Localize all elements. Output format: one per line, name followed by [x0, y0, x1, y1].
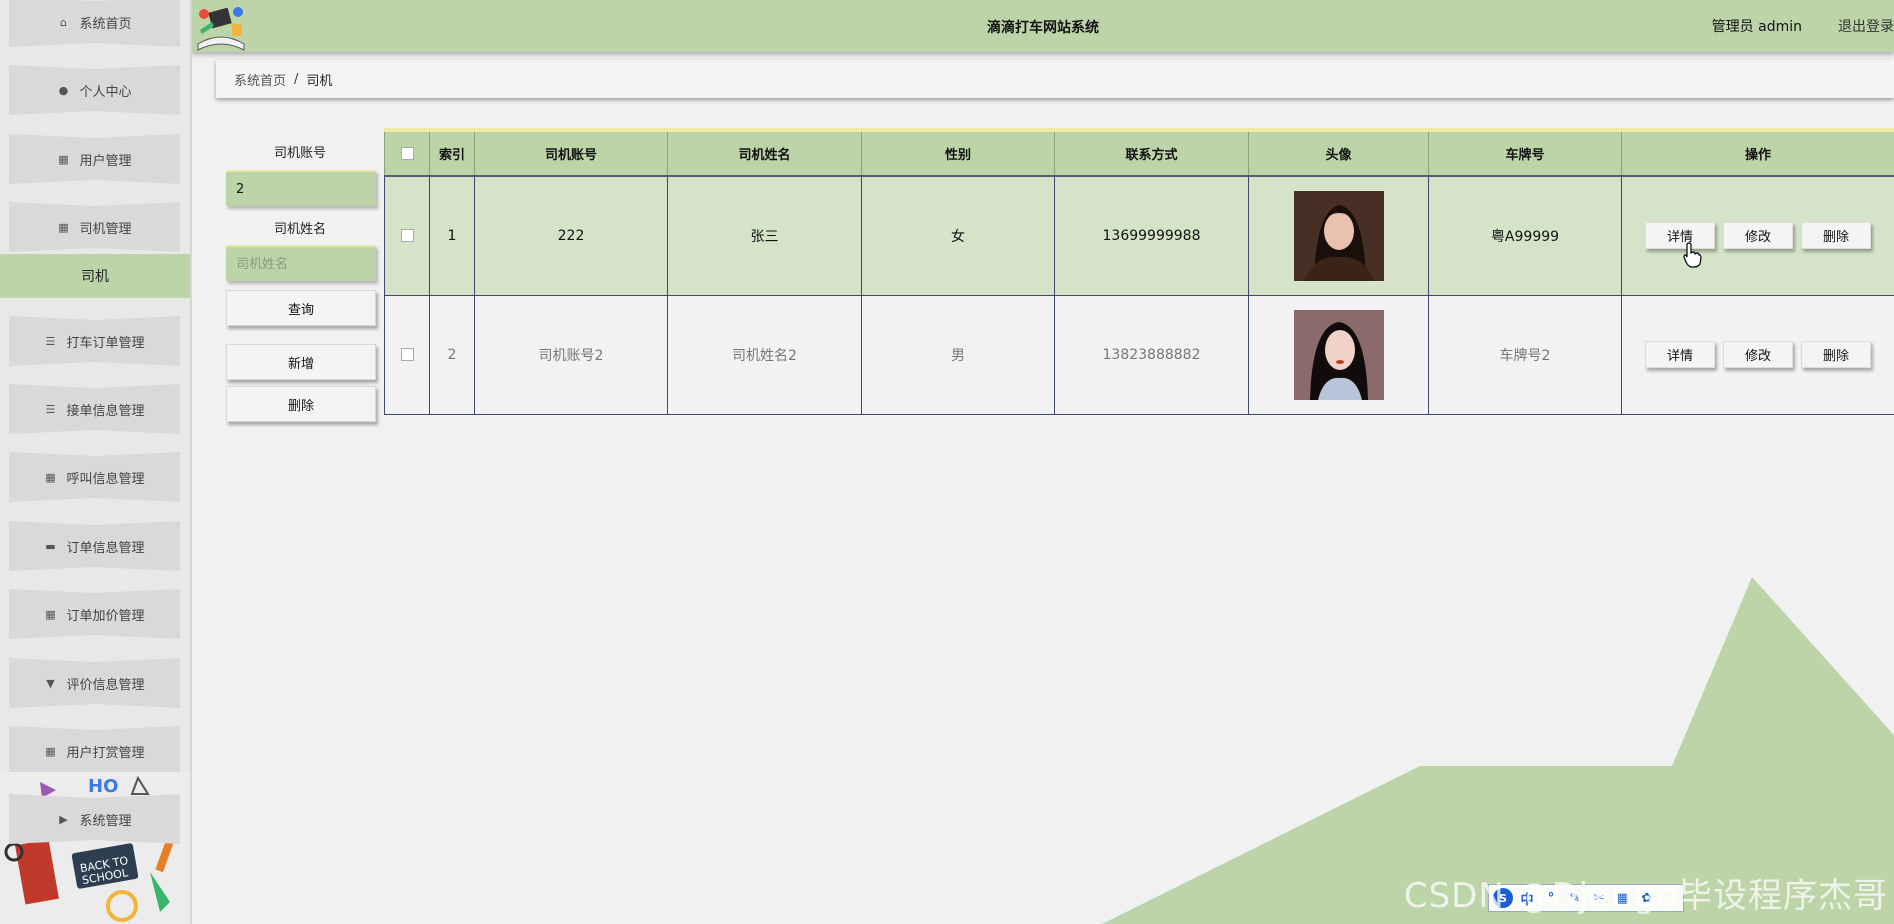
- column-header: 司机姓名: [667, 129, 862, 177]
- column-header: 联系方式: [1054, 129, 1249, 177]
- sidebar-item-label: 订单加价管理: [66, 608, 145, 624]
- delete-button[interactable]: 删除: [1801, 341, 1871, 368]
- batch-delete-button[interactable]: 删除: [226, 386, 376, 422]
- avatar[interactable]: [1293, 309, 1384, 400]
- edit-button[interactable]: 修改: [1723, 341, 1793, 368]
- cell-account: 司机账号2: [474, 294, 668, 415]
- sidebar-subitem-driver[interactable]: 司机: [0, 254, 190, 298]
- edit-button[interactable]: 修改: [1723, 222, 1793, 250]
- list-icon: ☰: [45, 402, 56, 416]
- cell-phone: 13699999988: [1054, 175, 1249, 296]
- site-title: 滴滴打车网站系统: [987, 20, 1099, 36]
- sidebar-item-accept-info[interactable]: ☰ 接单信息管理: [9, 384, 180, 434]
- column-header: 车牌号: [1428, 129, 1622, 177]
- cell-avatar: [1248, 175, 1429, 296]
- sidebar-item-drivers[interactable]: ▦ 司机管理: [9, 202, 180, 252]
- video-icon: ▶: [59, 812, 68, 826]
- sidebar-item-tips[interactable]: ▦ 用户打赏管理: [9, 726, 180, 776]
- watermark: CSDN @Django毕设程序杰哥: [1403, 876, 1888, 916]
- column-header: 索引: [429, 129, 475, 177]
- table-row[interactable]: 2 司机账号2 司机姓名2 男 13823888882 车牌号2 详情 修改 删…: [384, 294, 1894, 415]
- delete-button[interactable]: 删除: [1801, 222, 1871, 250]
- school-logo-icon: [192, 0, 250, 52]
- breadcrumb-separator: /: [294, 71, 299, 87]
- cell-account: 222: [474, 175, 668, 296]
- sidebar-item-label: 用户打赏管理: [66, 745, 145, 761]
- sidebar-item-label: 司机管理: [79, 221, 132, 237]
- svg-text:HO: HO: [88, 776, 118, 797]
- grid-icon: ▦: [58, 152, 69, 166]
- top-header: 滴滴打车网站系统 管理员 admin 退出登录: [192, 0, 1894, 52]
- column-header: 操作: [1621, 129, 1894, 177]
- sidebar-item-label: 评价信息管理: [66, 677, 145, 693]
- sidebar-item-home[interactable]: ⌂ 系统首页: [9, 0, 180, 47]
- cell-avatar: [1248, 294, 1429, 415]
- sidebar-item-reviews[interactable]: ▼ 评价信息管理: [9, 658, 180, 708]
- grid-icon: ▦: [45, 607, 56, 621]
- sidebar: ⌂ 系统首页 ● 个人中心 ▦ 用户管理 ▦ 司机管理 司机 ☰ 打车订单管理 …: [0, 0, 192, 924]
- avatar[interactable]: [1293, 190, 1384, 281]
- list-icon: ☰: [45, 334, 56, 348]
- grid-icon: ▦: [45, 744, 56, 758]
- driver-account-input[interactable]: [226, 170, 376, 206]
- home-icon: ⌂: [59, 15, 67, 29]
- cell-plate: 粤A99999: [1428, 175, 1622, 296]
- driver-table: 索引 司机账号 司机姓名 性别 联系方式 头像 车牌号 操作 1 222 张三 …: [384, 128, 1894, 415]
- breadcrumb-current: 司机: [306, 73, 333, 89]
- cell-phone: 13823888882: [1054, 294, 1249, 415]
- cell-plate: 车牌号2: [1428, 294, 1622, 415]
- table-header-row: 索引 司机账号 司机姓名 性别 联系方式 头像 车牌号 操作: [384, 129, 1894, 177]
- detail-button[interactable]: 详情: [1645, 222, 1715, 250]
- admin-username: 管理员 admin: [1711, 19, 1802, 35]
- cell-gender: 女: [861, 175, 1055, 296]
- sidebar-item-label: 接单信息管理: [66, 403, 145, 419]
- cell-name: 张三: [667, 175, 862, 296]
- printer-icon: ▬: [45, 539, 56, 553]
- driver-name-input[interactable]: [226, 245, 376, 281]
- user-icon: ●: [58, 83, 69, 97]
- breadcrumb: 系统首页 / 司机: [216, 60, 1894, 98]
- table-row[interactable]: 1 222 张三 女 13699999988 粤A99999 详情 修改 删除: [384, 175, 1894, 296]
- sidebar-item-label: 打车订单管理: [66, 335, 145, 351]
- query-button[interactable]: 查询: [226, 290, 376, 326]
- hand-cursor-icon: [1683, 242, 1702, 268]
- cell-actions: 详情 修改 删除: [1621, 175, 1894, 296]
- grid-icon: ▦: [58, 220, 69, 234]
- sidebar-item-profile[interactable]: ● 个人中心: [9, 65, 180, 115]
- sidebar-item-taxi-orders[interactable]: ☰ 打车订单管理: [9, 316, 180, 366]
- select-all-cell[interactable]: [384, 129, 430, 177]
- column-header: 头像: [1248, 129, 1429, 177]
- logout-link[interactable]: 退出登录: [1838, 16, 1894, 36]
- add-button[interactable]: 新增: [226, 344, 376, 380]
- sidebar-item-system[interactable]: ▶ 系统管理: [9, 794, 180, 844]
- cell-actions: 详情 修改 删除: [1621, 294, 1894, 415]
- comment-icon: ▼: [46, 676, 55, 690]
- sidebar-item-label: 用户管理: [79, 153, 132, 169]
- cell-index: 1: [429, 175, 475, 296]
- sidebar-item-users[interactable]: ▦ 用户管理: [9, 134, 180, 184]
- cell-index: 2: [429, 294, 475, 415]
- sidebar-item-label: 系统首页: [79, 16, 132, 32]
- driver-account-label: 司机账号: [273, 146, 326, 161]
- driver-name-label: 司机姓名: [273, 222, 326, 237]
- grid-icon: ▦: [45, 470, 56, 484]
- cell-gender: 男: [861, 294, 1055, 415]
- row-checkbox[interactable]: [400, 229, 414, 243]
- sidebar-item-order-info[interactable]: ▬ 订单信息管理: [9, 521, 180, 571]
- sidebar-item-call-info[interactable]: ▦ 呼叫信息管理: [9, 452, 180, 502]
- select-all-checkbox[interactable]: [400, 147, 414, 160]
- sidebar-item-label: 个人中心: [79, 84, 132, 100]
- column-header: 性别: [861, 129, 1055, 177]
- sidebar-item-order-surcharge[interactable]: ▦ 订单加价管理: [9, 589, 180, 639]
- sidebar-item-label: 订单信息管理: [66, 540, 145, 556]
- sidebar-item-label: 呼叫信息管理: [66, 471, 145, 487]
- sidebar-item-label: 系统管理: [79, 813, 132, 829]
- row-checkbox[interactable]: [400, 348, 414, 361]
- column-header: 司机账号: [474, 129, 668, 177]
- cell-name: 司机姓名2: [667, 294, 862, 415]
- detail-button[interactable]: 详情: [1645, 341, 1715, 368]
- breadcrumb-home-link[interactable]: 系统首页: [234, 70, 286, 89]
